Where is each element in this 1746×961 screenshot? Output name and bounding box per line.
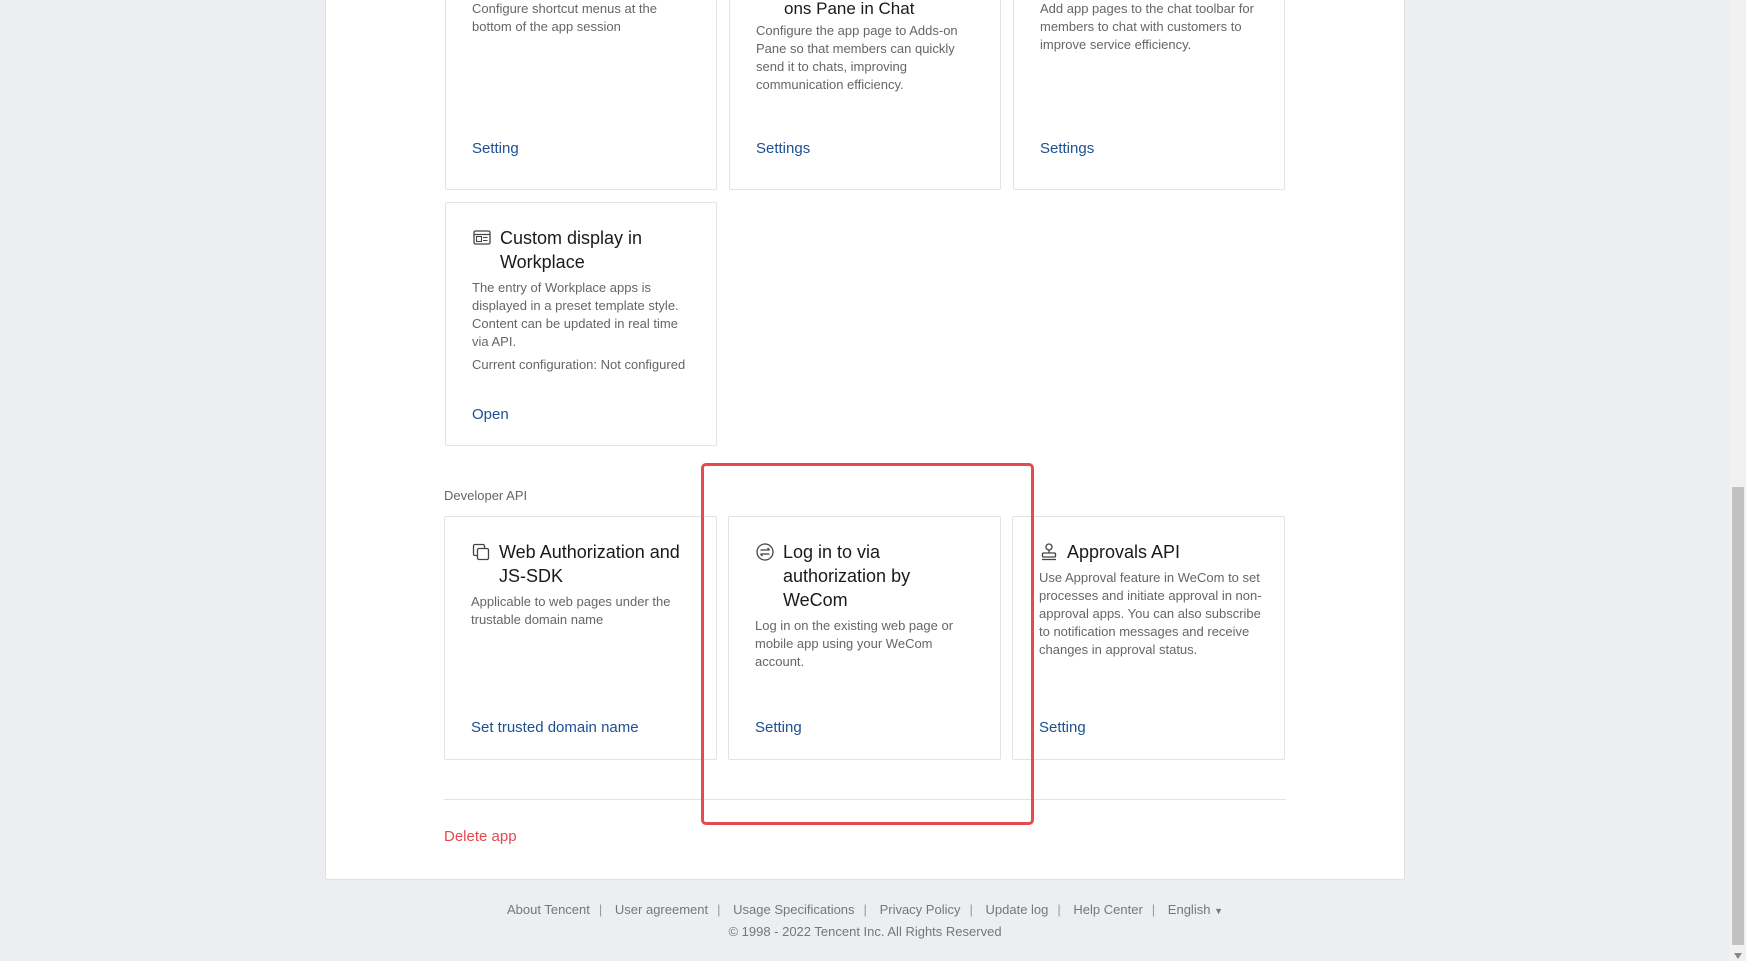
footer-link-update-log[interactable]: Update log [986, 902, 1049, 917]
card-adds-on-pane: ons Pane in Chat Configure the app page … [729, 0, 1001, 190]
copy-window-icon [471, 542, 491, 562]
footer-link-user-agreement[interactable]: User agreement [615, 902, 708, 917]
card-approvals-api: Approvals API Use Approval feature in We… [1012, 516, 1285, 760]
custom-display-open-link[interactable]: Open [472, 406, 509, 423]
stamp-icon [1039, 542, 1059, 562]
copyright: © 1998 - 2022 Tencent Inc. All Rights Re… [728, 924, 1002, 939]
section-label-developer-api: Developer API [444, 488, 528, 503]
card-title: Log in to via authorization by WeCom [783, 542, 911, 610]
footer-link-help-center[interactable]: Help Center [1073, 902, 1142, 917]
card-desc: Use Approval feature in WeCom to set pro… [1039, 570, 1262, 657]
card-desc: The entry of Workplace apps is displayed… [472, 280, 679, 349]
footer-link-usage-specifications[interactable]: Usage Specifications [733, 902, 854, 917]
card-desc: Configure the app page to Adds-on Pane s… [756, 23, 958, 92]
card-web-authorization: Web Authorization and JS-SDK Applicable … [444, 516, 717, 760]
shortcut-menus-setting-link[interactable]: Setting [472, 140, 519, 157]
adds-on-pane-settings-link[interactable]: Settings [756, 140, 810, 157]
card-custom-display-workplace: Custom display in Workplace The entry of… [445, 202, 717, 446]
login-circle-icon [755, 542, 775, 562]
card-desc: Configure shortcut menus at the bottom o… [472, 1, 657, 34]
card-title: Web Authorization and JS-SDK [499, 542, 680, 586]
scroll-down-arrow-icon[interactable] [1734, 953, 1742, 959]
set-trusted-domain-link[interactable]: Set trusted domain name [471, 719, 639, 736]
caret-down-icon: ▼ [1214, 906, 1223, 916]
card-desc: Applicable to web pages under the trusta… [471, 594, 671, 627]
card-title: Custom display in Workplace [500, 228, 643, 272]
card-shortcut-menus: Configure shortcut menus at the bottom o… [445, 0, 717, 190]
template-icon [472, 228, 492, 248]
footer-links: About Tencent | User agreement | Usage Spe… [507, 902, 1223, 917]
card-title: ons Pane in Chat [784, 0, 915, 18]
chat-toolbar-settings-link[interactable]: Settings [1040, 140, 1094, 157]
footer-link-privacy-policy[interactable]: Privacy Policy [880, 902, 961, 917]
scrollbar-thumb[interactable] [1732, 487, 1744, 945]
card-title: Approvals API [1067, 542, 1181, 562]
footer-link-about-tencent[interactable]: About Tencent [507, 902, 590, 917]
language-selector[interactable]: English ▼ [1168, 902, 1223, 917]
delete-app-link[interactable]: Delete app [444, 828, 517, 845]
language-label: English [1167, 902, 1211, 917]
card-login-authorization: Log in to via authorization by WeCom Log… [728, 516, 1001, 760]
divider [444, 799, 1286, 800]
scrollbar[interactable] [1729, 0, 1746, 961]
approvals-api-setting-link[interactable]: Setting [1039, 719, 1086, 736]
login-authorization-setting-link[interactable]: Setting [755, 719, 802, 736]
card-desc: Add app pages to the chat toolbar for me… [1040, 1, 1254, 52]
card-desc: Log in on the existing web page or mobil… [755, 618, 954, 669]
current-configuration: Current configuration: Not configured [472, 357, 686, 372]
card-chat-toolbar: Add app pages to the chat toolbar for me… [1013, 0, 1285, 190]
